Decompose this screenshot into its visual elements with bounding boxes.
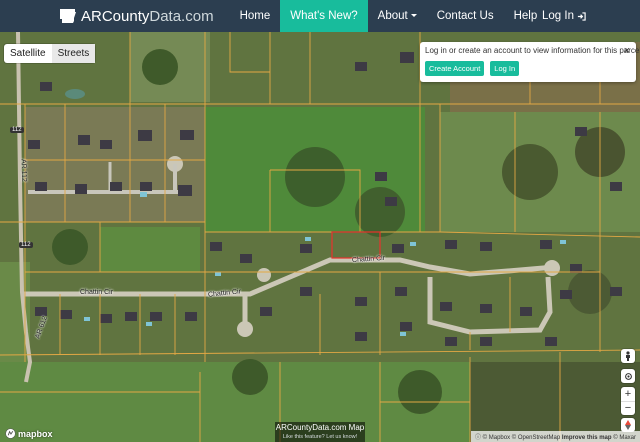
login-link[interactable]: Log In <box>542 0 586 32</box>
nav-about-label: About <box>377 10 408 22</box>
geolocate-button[interactable] <box>621 369 635 383</box>
attribution-mapbox[interactable]: © Mapbox <box>483 435 510 441</box>
zoom-in-button[interactable]: + <box>625 387 631 401</box>
close-icon[interactable]: × <box>624 45 630 57</box>
nav-home[interactable]: Home <box>230 0 281 32</box>
login-label: Log In <box>542 10 574 22</box>
info-icon[interactable]: ⓘ <box>475 435 481 441</box>
nav-whats-new[interactable]: What's New? <box>280 0 368 32</box>
brand-tld: Data.com <box>149 7 214 25</box>
mapbox-icon <box>5 428 16 439</box>
nav-about[interactable]: About <box>368 0 427 32</box>
attribution-osm[interactable]: © OpenStreetMap <box>512 435 560 441</box>
mapbox-logo[interactable]: mapbox <box>5 428 53 439</box>
popup-log-in-button[interactable]: Log In <box>490 61 520 76</box>
map-title-banner: ARCountyData.com Map Like this feature? … <box>275 422 365 442</box>
mapbox-label: mapbox <box>18 428 53 439</box>
nav-contact-us[interactable]: Contact Us <box>427 0 504 32</box>
streets-button[interactable]: Streets <box>51 44 96 63</box>
sign-in-icon <box>577 11 586 21</box>
map-title: ARCountyData.com Map <box>275 423 365 432</box>
highway-shield-112: 112 <box>19 242 33 248</box>
street-label-ar-112: AR 112 <box>19 158 28 183</box>
create-account-button[interactable]: Create Account <box>425 61 485 76</box>
street-label-chattin-cir: Chattin Cir <box>80 289 114 296</box>
improve-map-link[interactable]: Improve this map <box>562 435 612 441</box>
map-attribution: ⓘ © Mapbox © OpenStreetMap Improve this … <box>470 431 640 442</box>
street-view-button[interactable] <box>621 349 635 363</box>
parcel-map[interactable]: Satellite Streets × Log in or create an … <box>0 32 640 442</box>
satellite-imagery[interactable] <box>0 32 640 442</box>
compass-button[interactable] <box>621 418 635 432</box>
highway-shield-112: 112 <box>10 127 24 133</box>
attribution-maxar[interactable]: © Maxar <box>613 435 636 441</box>
zoom-out-button[interactable]: − <box>621 401 635 415</box>
arkansas-state-icon <box>60 9 76 23</box>
popup-message: Log in or create an account to view info… <box>425 46 640 55</box>
zoom-control: + − <box>621 387 635 415</box>
brand-name: ARCounty <box>81 7 150 25</box>
feedback-link[interactable]: Like this feature? Let us know! <box>275 433 365 441</box>
top-navbar: ARCounty Data.com Home What's New? About … <box>0 0 640 32</box>
geolocate-icon <box>624 372 632 380</box>
nav-help[interactable]: Help <box>504 0 548 32</box>
satellite-button[interactable]: Satellite <box>4 44 52 63</box>
compass-icon <box>625 420 631 430</box>
parcel-popup: × Log in or create an account to view in… <box>420 42 640 82</box>
pegman-icon <box>626 351 630 361</box>
basemap-toggle: Satellite Streets <box>4 44 96 63</box>
brand-link[interactable]: ARCounty Data.com <box>58 0 214 32</box>
caret-down-icon <box>410 14 417 18</box>
